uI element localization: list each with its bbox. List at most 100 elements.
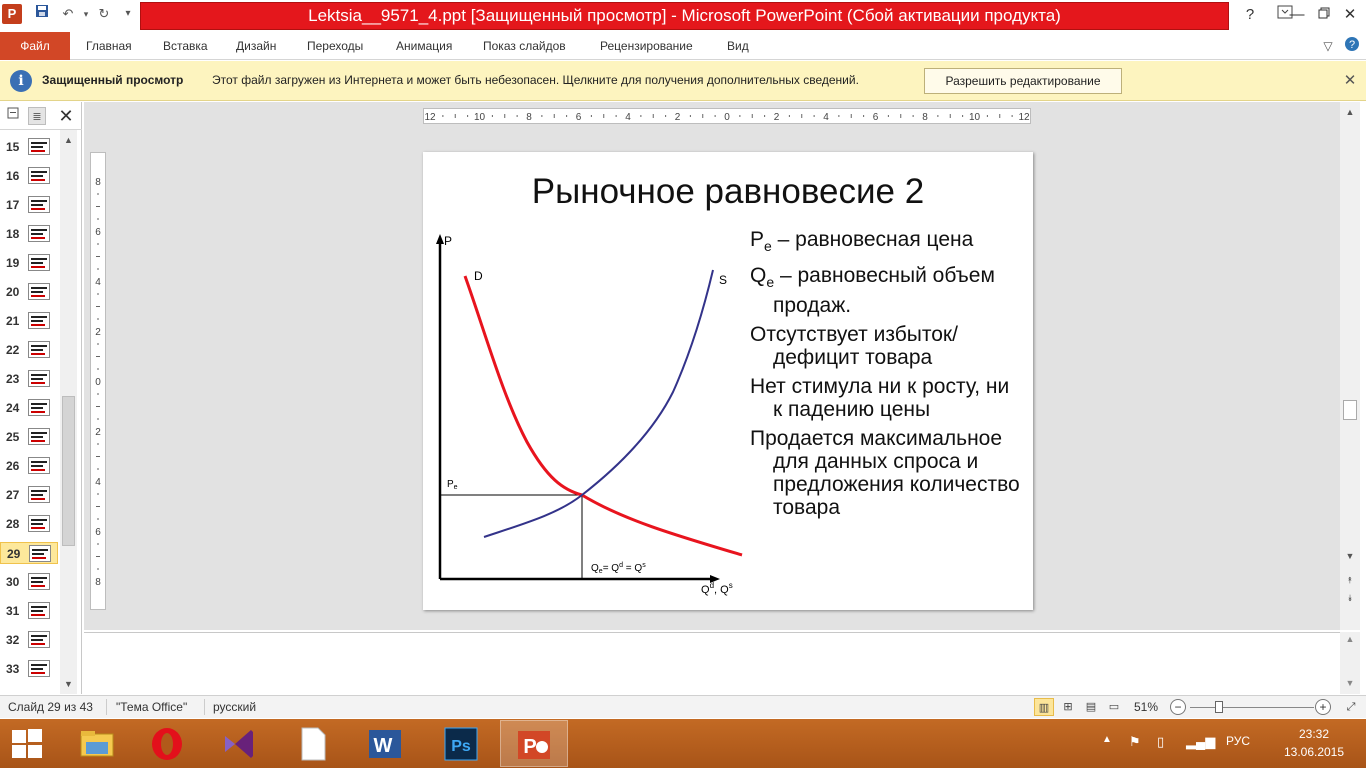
outline-tab-icon[interactable]: ≣ bbox=[28, 107, 46, 125]
ruler-label: 2 bbox=[95, 327, 101, 338]
slide-thumbnail[interactable]: 18 bbox=[0, 223, 58, 245]
editor-scrollbar[interactable]: ▲ ▼ ⯭ ⯯ bbox=[1340, 102, 1360, 630]
restore-button[interactable] bbox=[1312, 2, 1336, 28]
clock[interactable]: 23:32 13.06.2015 bbox=[1274, 725, 1354, 761]
action-center-flag-icon[interactable]: ⚑ bbox=[1129, 734, 1141, 750]
ruler-tick bbox=[96, 256, 100, 257]
slide-thumbnail[interactable]: 26 bbox=[0, 455, 58, 477]
word-taskbar-button[interactable]: W bbox=[352, 720, 420, 767]
ruler-tick bbox=[96, 306, 100, 307]
scroll-up-icon[interactable]: ▲ bbox=[60, 132, 77, 148]
price-axis-label: P bbox=[444, 234, 452, 248]
opera-taskbar-button[interactable] bbox=[134, 720, 202, 767]
ruler-tick bbox=[467, 115, 469, 117]
tab-animations[interactable]: Анимация bbox=[396, 32, 452, 60]
notepad-taskbar-button[interactable] bbox=[280, 720, 348, 767]
redo-icon[interactable]: ↻ bbox=[94, 4, 114, 24]
tab-insert[interactable]: Вставка bbox=[163, 32, 208, 60]
ruler-tick bbox=[97, 218, 99, 220]
slide-thumbnail[interactable]: 21 bbox=[0, 310, 58, 332]
slide-counter[interactable]: Слайд 29 из 43 bbox=[8, 700, 93, 714]
scroll-down-icon[interactable]: ▼ bbox=[1340, 548, 1360, 564]
slide-thumbnail[interactable]: 25 bbox=[0, 426, 58, 448]
tab-transitions[interactable]: Переходы bbox=[307, 32, 363, 60]
slide-thumbnail[interactable]: 23 bbox=[0, 368, 58, 390]
close-panel-icon[interactable]: ✕ bbox=[56, 105, 76, 127]
slide-sorter-icon[interactable]: ⊞ bbox=[1058, 698, 1078, 716]
zoom-out-button[interactable]: − bbox=[1170, 699, 1186, 715]
supply-label: S bbox=[719, 273, 727, 287]
ruler-tick bbox=[949, 114, 951, 118]
tab-file[interactable]: Файл bbox=[0, 32, 70, 60]
slide-thumbnail[interactable]: 16 bbox=[0, 165, 58, 187]
network-icon[interactable]: ▂▄▆ bbox=[1186, 734, 1215, 750]
slide-thumbnail[interactable]: 22 bbox=[0, 339, 58, 361]
undo-icon[interactable]: ↶ bbox=[58, 4, 78, 24]
input-language[interactable]: РУС bbox=[1226, 734, 1250, 748]
scroll-down-icon[interactable]: ▼ bbox=[60, 676, 77, 692]
slide-thumbnail[interactable]: 19 bbox=[0, 252, 58, 274]
slide-thumbnail[interactable]: 30 bbox=[0, 571, 58, 593]
slides-tab-icon[interactable] bbox=[4, 107, 22, 125]
show-hidden-icons[interactable]: ▲ bbox=[1102, 734, 1112, 745]
theme-name[interactable]: "Тема Office" bbox=[116, 700, 187, 714]
slide-thumbnail[interactable]: 20 bbox=[0, 281, 58, 303]
slide-thumbnail[interactable]: 24 bbox=[0, 397, 58, 419]
slide-thumbnail-preview bbox=[28, 312, 50, 329]
normal-view-icon[interactable]: ▥ bbox=[1034, 698, 1054, 716]
visual-studio-taskbar-button[interactable] bbox=[206, 720, 274, 767]
slide-thumbnail[interactable]: 28 bbox=[0, 513, 58, 535]
slide-thumbnail[interactable]: 17 bbox=[0, 194, 58, 216]
fit-to-window-icon[interactable]: ⤢ bbox=[1341, 698, 1361, 716]
slideshow-icon[interactable]: ▭ bbox=[1104, 698, 1124, 716]
window-title: Lektsia__9571_4.ppt [Защищенный просмотр… bbox=[308, 6, 1061, 25]
notes-pane[interactable] bbox=[84, 632, 1340, 694]
reading-view-icon[interactable]: ▤ bbox=[1081, 698, 1101, 716]
scroll-thumb[interactable] bbox=[1343, 400, 1357, 420]
ruler-tick bbox=[96, 206, 100, 207]
scroll-up-icon[interactable]: ▲ bbox=[1340, 104, 1360, 120]
ruler-label: 4 bbox=[95, 477, 101, 488]
previous-slide-icon[interactable]: ⯭ bbox=[1340, 572, 1360, 588]
photoshop-taskbar-button[interactable]: Ps bbox=[428, 720, 496, 767]
thumbnail-scrollbar[interactable]: ▲ ▼ bbox=[60, 130, 77, 694]
tab-view[interactable]: Вид bbox=[727, 32, 749, 60]
powerpoint-logo-icon[interactable]: P bbox=[2, 4, 22, 24]
slide-thumbnail[interactable]: 27 bbox=[0, 484, 58, 506]
next-slide-icon[interactable]: ⯯ bbox=[1340, 590, 1360, 606]
ruler-tick bbox=[97, 518, 99, 520]
power-icon[interactable]: ▯ bbox=[1157, 734, 1164, 750]
minimize-button[interactable]: — bbox=[1282, 2, 1312, 28]
close-icon[interactable]: ✕ bbox=[1340, 71, 1360, 91]
windows-start-icon[interactable] bbox=[12, 729, 44, 759]
file-explorer-taskbar-button[interactable] bbox=[64, 720, 132, 767]
slide-thumbnail[interactable]: 29 bbox=[0, 542, 58, 564]
tab-home[interactable]: Главная bbox=[86, 32, 132, 60]
save-icon[interactable] bbox=[32, 4, 52, 24]
zoom-slider[interactable] bbox=[1190, 707, 1314, 708]
help-icon[interactable]: ? bbox=[1342, 36, 1362, 56]
zoom-slider-knob[interactable] bbox=[1215, 701, 1223, 713]
scroll-up-icon[interactable]: ▲ bbox=[1340, 634, 1360, 648]
expand-ribbon-icon[interactable]: ▽ bbox=[1318, 36, 1338, 56]
slide[interactable]: Рыночное равновесие 2 P D S Pe Qe= Qd = … bbox=[423, 152, 1033, 610]
tab-slideshow[interactable]: Показ слайдов bbox=[483, 32, 566, 60]
powerpoint-taskbar-button[interactable]: P bbox=[500, 720, 568, 767]
scroll-thumb[interactable] bbox=[62, 396, 75, 546]
scroll-down-icon[interactable]: ▼ bbox=[1340, 678, 1360, 692]
enable-editing-button[interactable]: Разрешить редактирование bbox=[924, 68, 1122, 94]
language[interactable]: русский bbox=[213, 700, 256, 714]
notes-scrollbar[interactable]: ▲ ▼ bbox=[1340, 632, 1360, 694]
tab-design[interactable]: Дизайн bbox=[236, 32, 276, 60]
slide-thumbnail[interactable]: 33 bbox=[0, 658, 58, 680]
tab-review[interactable]: Рецензирование bbox=[600, 32, 693, 60]
zoom-in-button[interactable]: + bbox=[1315, 699, 1331, 715]
protected-view-message[interactable]: Этот файл загружен из Интернета и может … bbox=[212, 73, 859, 87]
slide-thumbnail[interactable]: 31 bbox=[0, 600, 58, 622]
slide-thumbnail[interactable]: 32 bbox=[0, 629, 58, 651]
zoom-level[interactable]: 51% bbox=[1134, 700, 1158, 714]
customize-quick-access-icon[interactable]: ▾ bbox=[118, 4, 138, 24]
slide-thumbnail[interactable]: 15 bbox=[0, 136, 58, 158]
close-button[interactable]: ✕ bbox=[1336, 2, 1364, 28]
undo-dropdown-icon[interactable]: ▾ bbox=[76, 4, 96, 24]
